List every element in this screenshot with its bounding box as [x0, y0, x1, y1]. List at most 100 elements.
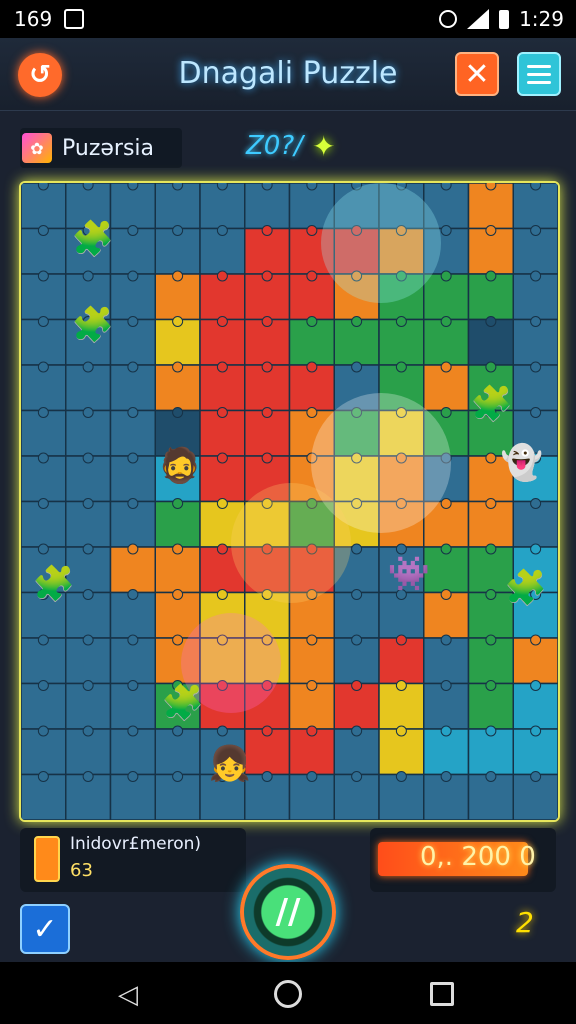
puzzle-piece-knob: [351, 589, 363, 600]
puzzle-piece-knob: [440, 498, 452, 509]
info-card: Inidovr£meron) 63: [20, 828, 246, 892]
puzzle-piece-knob: [216, 270, 228, 282]
nav-recent-icon[interactable]: [430, 982, 454, 1006]
puzzle-piece-knob: [261, 183, 273, 191]
puzzle-piece-knob: [216, 407, 228, 418]
puzzle-piece-knob: [351, 316, 363, 327]
puzzle-piece-knob: [306, 183, 318, 191]
puzzle-piece-knob: [485, 270, 497, 282]
girl-character[interactable]: 👧: [207, 739, 253, 789]
puzzle-piece-knob: [530, 361, 542, 373]
hero-character[interactable]: 🧔: [153, 431, 207, 501]
loose-piece[interactable]: 🧩: [27, 557, 81, 611]
puzzle-piece-knob: [395, 634, 407, 646]
ghost-character[interactable]: 👻: [497, 433, 547, 493]
loose-piece[interactable]: 🧩: [155, 675, 211, 731]
puzzle-piece-knob: [440, 225, 452, 236]
puzzle-piece-knob: [306, 725, 318, 737]
puzzle-piece-knob: [37, 680, 49, 691]
crossed-tools-icon: ✕: [464, 56, 490, 92]
status-time-left: 169: [14, 7, 53, 31]
puzzle-piece-knob: [306, 316, 318, 327]
puzzle-piece-knob: [485, 725, 497, 737]
puzzle-piece-knob: [37, 407, 49, 418]
puzzle-piece-knob: [530, 183, 542, 191]
puzzle-piece-knob: [306, 225, 318, 236]
swirl-icon: ↺: [29, 60, 51, 90]
puzzle-board[interactable]: 🧔 👾 👻 👧 🧩 🧩 🧩 🧩 🧩 🧩: [19, 181, 560, 822]
puzzle-piece-knob: [216, 589, 228, 600]
player-chip[interactable]: ✿ Puzərsia: [20, 128, 182, 168]
menu-button[interactable]: [517, 52, 561, 96]
avatar: ✿: [22, 133, 52, 163]
action-button[interactable]: //: [240, 864, 336, 960]
puzzle-piece-knob: [82, 498, 94, 509]
puzzle-piece-knob: [395, 361, 407, 373]
nav-home-icon[interactable]: [274, 980, 302, 1008]
puzzle-piece-knob: [172, 771, 184, 782]
puzzle-piece-knob: [485, 225, 497, 236]
nav-back-icon[interactable]: ◁: [118, 980, 138, 1010]
blue-monster-character[interactable]: 👾: [381, 539, 437, 609]
puzzle-piece-knob: [485, 543, 497, 555]
hamburger-icon-line: [527, 72, 551, 76]
puzzle-piece-knob: [440, 316, 452, 327]
puzzle-piece-knob: [82, 452, 94, 464]
tools-button[interactable]: ✕: [455, 52, 499, 96]
puzzle-piece-knob: [440, 543, 452, 555]
puzzle-piece-knob: [261, 225, 273, 236]
puzzle-piece-knob: [216, 316, 228, 327]
puzzle-piece-knob: [82, 680, 94, 691]
puzzle-piece-knob: [485, 183, 497, 191]
puzzle-piece-knob: [530, 725, 542, 737]
loose-piece[interactable]: 🧩: [467, 379, 517, 429]
puzzle-piece-knob: [530, 543, 542, 555]
puzzle-piece-knob: [530, 680, 542, 691]
puzzle-piece-knob: [82, 543, 94, 555]
hamburger-icon-line: [527, 80, 551, 84]
puzzle-piece-knob: [440, 407, 452, 418]
puzzle-piece-knob: [37, 361, 49, 373]
puzzle-piece-knob: [440, 634, 452, 646]
puzzle-piece-knob: [82, 361, 94, 373]
puzzle-piece-knob: [82, 725, 94, 737]
puzzle-piece-knob: [440, 725, 452, 737]
puzzle-piece-knob: [261, 452, 273, 464]
puzzle-piece-knob: [127, 725, 139, 737]
puzzle-piece-knob: [395, 771, 407, 782]
puzzle-piece-knob: [172, 634, 184, 646]
confirm-button[interactable]: ✓: [20, 904, 70, 954]
player-name: Puzərsia: [62, 135, 155, 161]
hamburger-icon-line: [527, 64, 551, 68]
puzzle-piece-knob: [82, 589, 94, 600]
puzzle-grid[interactable]: [21, 183, 558, 820]
puzzle-piece-knob: [351, 361, 363, 373]
loose-piece[interactable]: 🧩: [65, 297, 121, 353]
battery-icon: [499, 9, 510, 29]
loose-piece[interactable]: 🧩: [499, 561, 553, 615]
puzzle-piece-knob: [127, 452, 139, 464]
puzzle-piece-knob: [127, 316, 139, 327]
pencil-icon: //: [275, 892, 301, 932]
puzzle-piece-knob: [37, 634, 49, 646]
puzzle-piece-knob: [261, 407, 273, 418]
puzzle-piece-knob: [82, 270, 94, 282]
glow-highlight: [321, 183, 441, 303]
puzzle-piece-knob: [395, 725, 407, 737]
loose-piece[interactable]: 🧩: [69, 215, 117, 263]
puzzle-piece-knob: [351, 680, 363, 691]
puzzle-piece-knob: [37, 225, 49, 236]
puzzle-piece-knob: [172, 361, 184, 373]
puzzle-piece-knob: [261, 771, 273, 782]
puzzle-piece-knob: [172, 316, 184, 327]
puzzle-piece-knob: [440, 361, 452, 373]
puzzle-piece-knob: [440, 589, 452, 600]
puzzle-piece-knob: [216, 225, 228, 236]
back-button[interactable]: ↺: [18, 53, 62, 97]
puzzle-piece-knob: [127, 543, 139, 555]
jar-icon: [34, 836, 60, 882]
puzzle-piece-knob: [37, 771, 49, 782]
puzzle-piece-knob: [172, 407, 184, 418]
puzzle-piece-knob: [37, 183, 49, 191]
puzzle-piece-knob: [306, 634, 318, 646]
